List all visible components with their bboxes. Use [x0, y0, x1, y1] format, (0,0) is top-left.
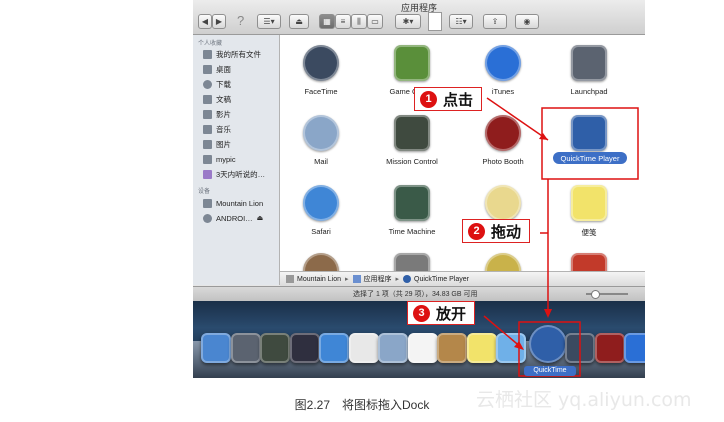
arrow-click: [486, 97, 549, 141]
dock-drag-label: QuickTime: [524, 366, 576, 376]
callout-text: 拖动: [491, 223, 522, 241]
step-number: 1: [420, 90, 437, 108]
figure-caption: 图2.27 将图标拖入Dock: [294, 398, 430, 412]
step-number: 2: [468, 222, 485, 240]
arrow-release: [483, 315, 523, 349]
selected-app-label: QuickTime Player: [560, 154, 620, 163]
callout-text: 点击: [443, 91, 474, 109]
callout-step-1: 1 点击: [414, 87, 483, 111]
highlight-box-quicktime: [541, 107, 639, 180]
arrowhead-icon: [544, 309, 552, 318]
callout-text: 放开: [436, 305, 467, 323]
callout-step-3: 3 放开: [407, 301, 476, 325]
callout-step-2: 2 拖动: [462, 219, 531, 243]
annotation-overlay: [483, 97, 639, 377]
step-number: 3: [413, 304, 430, 322]
